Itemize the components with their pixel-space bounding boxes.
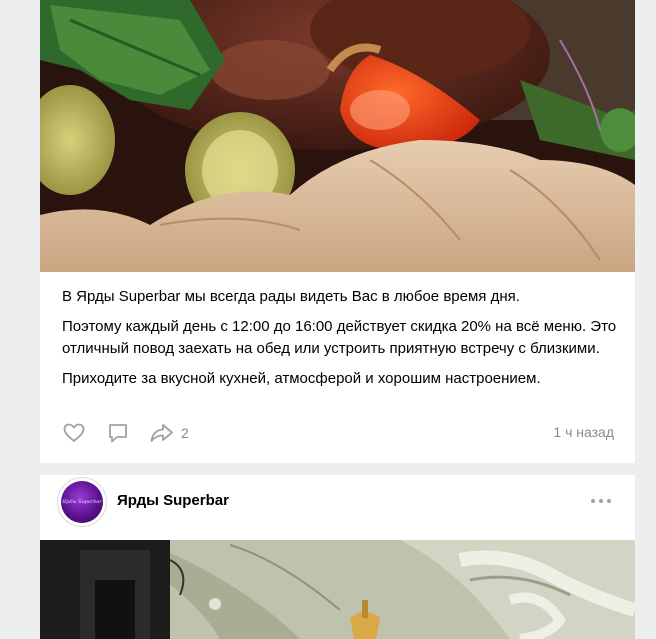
like-button[interactable] bbox=[62, 420, 86, 446]
food-photo bbox=[40, 0, 635, 272]
post-paragraph: Приходите за вкусной кухней, атмосферой … bbox=[62, 370, 541, 387]
post-paragraph: Поэтому каждый день с 12:00 до 16:00 дей… bbox=[62, 318, 617, 357]
post-timestamp[interactable]: 1 ч назад bbox=[553, 424, 614, 440]
avatar[interactable]: Ярды Superbar bbox=[57, 477, 107, 527]
share-count: 2 bbox=[181, 425, 189, 441]
avatar-logo: Ярды Superbar bbox=[61, 481, 103, 523]
interior-photo bbox=[40, 540, 635, 639]
post-card: Ярды Superbar Ярды Superbar bbox=[40, 475, 635, 639]
post-paragraph: В Ярды Superbar мы всегда рады видеть Ва… bbox=[62, 288, 520, 305]
post-photo[interactable] bbox=[40, 0, 635, 272]
post-author[interactable]: Ярды Superbar bbox=[117, 492, 229, 509]
post-text: В Ярды Superbar мы всегда рады видеть Ва… bbox=[62, 286, 622, 398]
post-card: В Ярды Superbar мы всегда рады видеть Ва… bbox=[40, 0, 635, 463]
comment-icon bbox=[109, 424, 127, 443]
share-icon bbox=[150, 424, 173, 442]
comment-button[interactable] bbox=[106, 420, 130, 446]
post-photo[interactable] bbox=[40, 540, 635, 639]
share-button[interactable]: 2 bbox=[149, 420, 189, 446]
post-actions: 2 1 ч назад bbox=[62, 420, 614, 446]
heart-icon bbox=[63, 423, 85, 442]
more-horizontal-icon[interactable] bbox=[591, 493, 611, 509]
